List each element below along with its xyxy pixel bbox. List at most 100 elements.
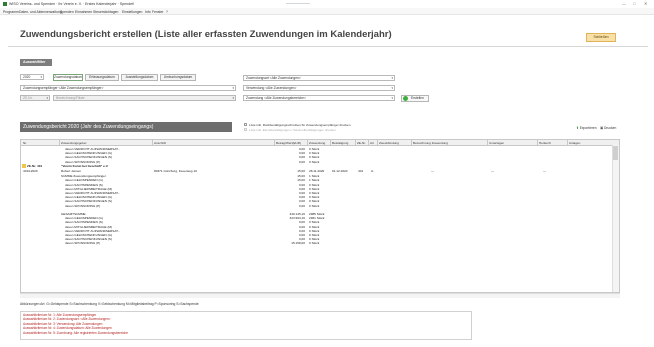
chevron-down-icon: ▾ — [232, 96, 234, 100]
verwendung-select[interactable]: Verwendung <Alle Zuwendungen> ▾ — [243, 85, 395, 91]
menu-fenster[interactable]: Fenster — [152, 10, 164, 14]
col-anlagen[interactable]: Anlagen — [569, 141, 580, 145]
row-date-bestaetigung: 01.12.2020 — [332, 168, 348, 173]
summary-amount: 0,00 — [298, 159, 305, 164]
col-divider — [307, 140, 308, 146]
criterion-5: Auswahlkriterium Nr. 5: Zuordnung: Alle … — [23, 330, 129, 335]
chevron-down-icon: ▾ — [40, 75, 42, 79]
maximize-icon[interactable]: □ — [633, 1, 635, 6]
row-bezeichnung: --- — [431, 168, 435, 173]
export-icon: ⬆ — [576, 126, 579, 130]
col-divider — [368, 140, 369, 146]
group-folder-icon — [22, 164, 26, 168]
col-ze-nr[interactable]: ZE-Nr. — [357, 141, 366, 145]
col-bestaetigung[interactable]: Bestätigung — [332, 141, 348, 145]
print-single-checkbox[interactable] — [244, 128, 247, 131]
chevron-down-icon: ▾ — [391, 76, 393, 80]
row-donor: Robert Jensen — [61, 168, 82, 173]
summary-amount: 0,00 — [298, 203, 305, 208]
bezeichnung-select[interactable]: Bezeichnung/Filiale ▾ — [53, 95, 236, 101]
zuwendungsbereich-select[interactable]: Zuwendung <Alle Zuwendungsbereiche> ▾ — [243, 95, 395, 101]
col-divider — [59, 140, 60, 146]
row-date-zuwendung: 28.11.2020 — [309, 168, 325, 173]
report-header: Zuwendungsbericht 2020 (Jahr des Zuwendu… — [20, 122, 232, 132]
close-window-icon[interactable]: ✕ — [644, 1, 647, 6]
zuwendungsbereich-value: Zuwendung <Alle Zuwendungsbereiche> — [246, 96, 306, 100]
summary-label: davon SPONSORING (P) — [65, 241, 101, 246]
col-zuwendungsgeber[interactable]: Zuwendungsgeber — [61, 141, 87, 145]
menu-programm[interactable]: Programm — [3, 10, 19, 14]
menu-spenden[interactable]: Spenden — [60, 10, 74, 14]
tab-umbuchungsdatum[interactable]: Umbuchungsdatum — [160, 74, 196, 81]
col-betrag[interactable]: Betrag/Wert(EUR) — [276, 141, 301, 145]
col-divider — [411, 140, 412, 146]
chevron-down-icon: ▾ — [46, 96, 48, 100]
page-title: Zuwendungsbericht erstellen (Liste aller… — [20, 29, 392, 40]
abbreviation-legend: Abkürzungen Art: G=Geldspende S=Sachsche… — [20, 302, 199, 306]
row-address: 80371 Günzburg, Feuerweg 10 — [154, 168, 197, 173]
printer-icon: ▣ — [600, 126, 604, 130]
group-ze-nr: ZE-Nr. 401 — [27, 163, 43, 168]
print-confirmation-checkbox[interactable] — [244, 123, 247, 126]
menu-daten[interactable]: Daten- und Aktenverwaltung — [19, 10, 62, 14]
close-button[interactable]: Schließen — [586, 33, 616, 42]
menu-bar: Programm Daten- und Aktenverwaltung Spen… — [0, 8, 654, 15]
tab-ausstellungsdatum[interactable]: Ausstellungsdatum — [121, 74, 158, 81]
col-unterlagen[interactable]: Unterlagen — [489, 141, 504, 145]
col-nr[interactable]: Nr. — [23, 141, 27, 145]
row-herkunft: --- — [543, 168, 547, 173]
menu-einstellungen[interactable]: Einstellungen — [122, 10, 142, 14]
ze-nr-select[interactable]: ZE-Nr. ▾ — [20, 95, 50, 101]
summary-count: 0 Stück — [309, 159, 320, 164]
menu-steuer[interactable]: Steuerstichtagen — [93, 10, 118, 14]
col-divider — [355, 140, 356, 146]
print-button[interactable]: ▣ Drucken — [600, 126, 616, 131]
summary-amount: 15.158,00 — [291, 241, 305, 246]
empfaenger-value: Zuwendungsempfänger <Alle Zuwendungsempf… — [23, 86, 104, 90]
summary-label: davon SPONSORING (P) — [65, 203, 101, 208]
row-nr: 401/12020 — [23, 168, 38, 173]
selection-criteria-box: Auswahlkriterium Nr. 1: Alle Zuwendungse… — [20, 311, 472, 340]
filter-panel-label: Auswahlfilter — [20, 59, 52, 66]
vertical-scrollbar[interactable] — [612, 145, 619, 292]
print-label: Drucken — [604, 126, 617, 130]
col-art[interactable]: Art — [370, 141, 374, 145]
export-button[interactable]: ⬆ Exportieren — [576, 126, 597, 131]
tab-erfassungsdatum[interactable]: Erfassungsdatum — [85, 74, 119, 81]
export-label: Exportieren — [579, 126, 597, 130]
horizontal-scrollbar[interactable] — [20, 293, 620, 298]
verwendung-value: Verwendung <Alle Zuwendungen> — [246, 86, 297, 90]
row-amount: 15,00 — [297, 168, 305, 173]
col-zuwendung[interactable]: Zuwendung — [309, 141, 325, 145]
col-divider — [487, 140, 488, 146]
menu-help[interactable]: ? — [166, 10, 168, 14]
report-grid[interactable]: Nr. Zuwendungsgeber Anschrift Betrag/Wer… — [20, 139, 620, 293]
menu-einnahmen[interactable]: Einnahmen — [75, 10, 92, 14]
col-divider — [330, 140, 331, 146]
col-divider — [377, 140, 378, 146]
col-herkunft[interactable]: Herkunft — [539, 141, 551, 145]
col-divider — [537, 140, 538, 146]
zuwendungsart-select[interactable]: Zuwendungsart <Alle Zuwendungen> ▾ — [243, 75, 395, 81]
col-zweckbindung[interactable]: Zweckbindung — [379, 141, 399, 145]
row-ze-nr: 401 — [358, 168, 364, 173]
col-anschrift[interactable]: Anschrift — [154, 141, 166, 145]
col-bezeichnung[interactable]: Bezeichnung Zuwendung — [413, 141, 448, 145]
print-single-label: Liste inkl. Einzelbestätigungen / Sammel… — [249, 127, 336, 132]
bezeichnung-value: Bezeichnung/Filiale — [56, 96, 85, 100]
menu-info[interactable]: Info — [145, 10, 151, 14]
empfaenger-select[interactable]: Zuwendungsempfänger <Alle Zuwendungsempf… — [20, 85, 236, 91]
group-name: "Verein Kunst bei Geschäft" e.V. — [61, 163, 109, 168]
heading-divider — [8, 46, 648, 47]
ze-nr-value: ZE-Nr. — [23, 96, 33, 100]
vertical-scroll-thumb[interactable] — [613, 146, 618, 160]
chevron-down-icon: ▾ — [391, 96, 393, 100]
row-unterlagen: --- — [491, 168, 495, 173]
window-title: WISO Vereins- und Spenden · Ihr Verein e… — [9, 1, 135, 6]
title-bar-drag-strip — [286, 3, 310, 4]
minimize-icon[interactable]: — — [622, 1, 626, 6]
tab-zuwendungsdatum[interactable]: Zuwendungsdatum — [53, 74, 83, 81]
summary-count: 0 Stück — [309, 203, 320, 208]
row-art: G — [371, 168, 374, 173]
year-select[interactable]: 2020 ▾ — [20, 74, 44, 80]
